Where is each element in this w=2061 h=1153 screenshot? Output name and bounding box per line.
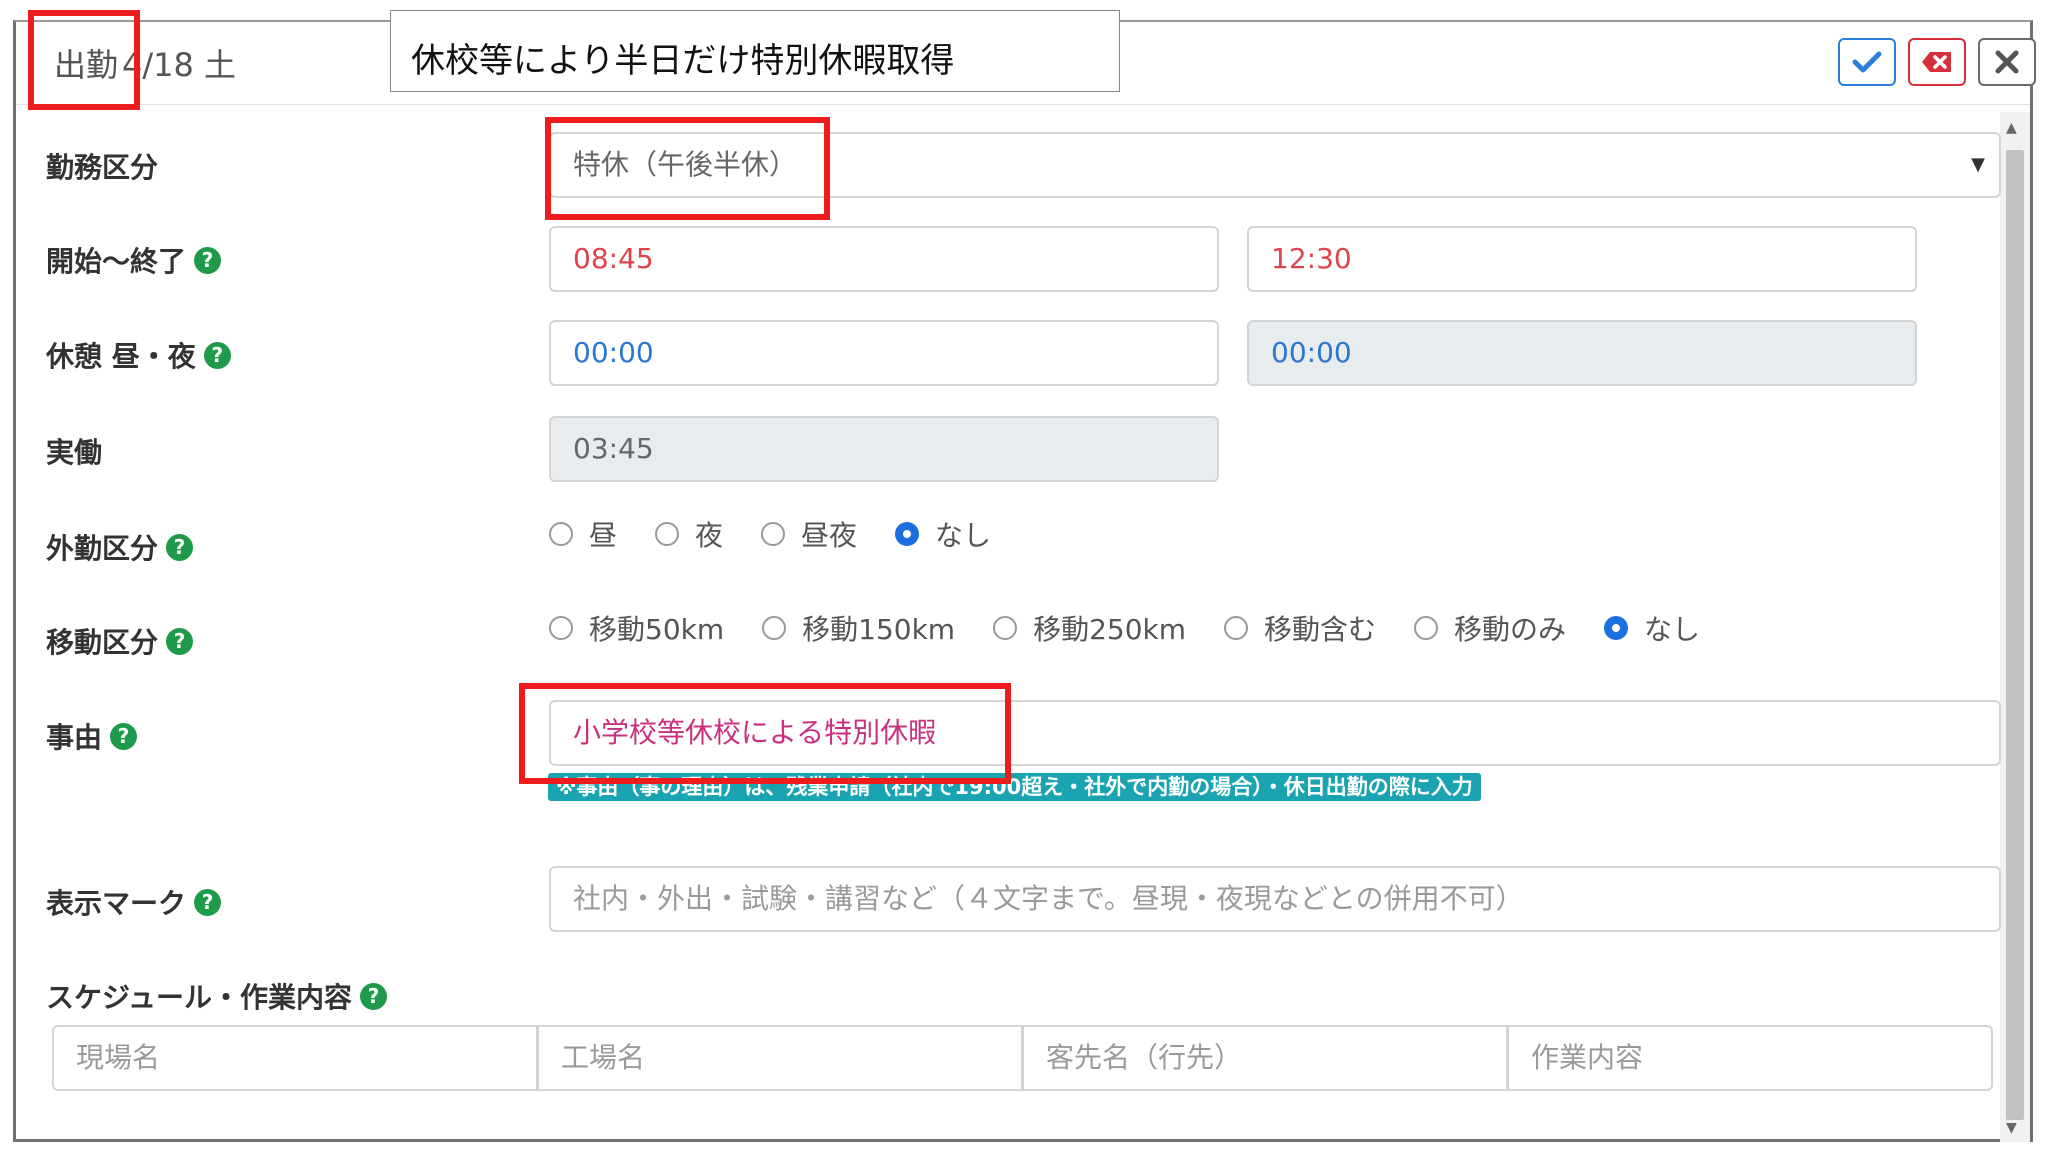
confirm-button[interactable] [1838, 38, 1896, 86]
reason-input[interactable]: 小学校等休校による特別休暇 [549, 700, 2001, 766]
chevron-down-icon: ▼ [1971, 154, 1985, 175]
label-break: 休憩 昼・夜? [46, 335, 231, 375]
radio-travel-included[interactable]: 移動含む [1224, 608, 1376, 648]
break-day-input[interactable]: 00:00 [549, 320, 1219, 386]
dialog-title: 出勤 4/18 土 [54, 40, 240, 86]
help-icon[interactable]: ? [166, 533, 194, 561]
outside-radio-group: 昼 夜 昼夜 なし [549, 514, 1029, 554]
reason-note-badge: ※事由（事の理由）は、残業申請（社内で19:00超え・社外で内勤の場合）・休日出… [548, 773, 1481, 801]
radio-travel-50km[interactable]: 移動50km [549, 608, 724, 648]
radio-travel-only[interactable]: 移動のみ [1414, 608, 1566, 648]
radio-travel-150km[interactable]: 移動150km [762, 608, 955, 648]
client-name-input[interactable]: 客先名（行先） [1022, 1025, 1508, 1091]
factory-name-input[interactable]: 工場名 [537, 1025, 1023, 1091]
label-actual: 実働 [46, 436, 103, 469]
label-time: 開始～終了? [46, 240, 222, 280]
radio-outside-none[interactable]: なし [895, 514, 991, 554]
radio-outside-daynight[interactable]: 昼夜 [761, 514, 857, 554]
close-button[interactable] [1978, 38, 2036, 86]
annotation-callout: 休校等により半日だけ特別休暇取得 [390, 10, 1120, 92]
radio-travel-none[interactable]: なし [1604, 608, 1700, 648]
delete-button[interactable] [1908, 38, 1966, 86]
scroll-up-arrow-icon[interactable]: ▲ [2006, 120, 2017, 136]
scrollbar[interactable]: ▲ ▼ [2000, 112, 2030, 1142]
help-icon[interactable]: ? [194, 888, 222, 916]
help-icon[interactable]: ? [110, 722, 138, 750]
travel-radio-group: 移動50km 移動150km 移動250km 移動含む 移動のみ なし [549, 608, 1738, 648]
label-work-type: 勤務区分 [46, 151, 159, 184]
label-travel: 移動区分? [46, 621, 194, 661]
actual-work-field: 03:45 [549, 416, 1219, 482]
label-mark: 表示マーク? [46, 882, 222, 922]
radio-outside-night[interactable]: 夜 [655, 514, 723, 554]
check-icon [1852, 51, 1882, 73]
radio-outside-day[interactable]: 昼 [549, 514, 617, 554]
label-outside: 外勤区分? [46, 527, 194, 567]
label-schedule: スケジュール・作業内容? [46, 976, 388, 1016]
help-icon[interactable]: ? [203, 341, 231, 369]
delete-icon [1922, 52, 1951, 72]
scroll-thumb[interactable] [2006, 150, 2024, 1120]
help-icon[interactable]: ? [194, 246, 222, 274]
start-time-input[interactable]: 08:45 [549, 226, 1219, 292]
radio-travel-250km[interactable]: 移動250km [993, 608, 1186, 648]
title-date: 4/18 土 [122, 46, 237, 84]
mark-input[interactable]: 社内・外出・試験・講習など（４文字まで。昼現・夜現などとの併用不可） [549, 866, 2001, 932]
title-prefix: 出勤 [54, 46, 119, 84]
help-icon[interactable]: ? [166, 627, 194, 655]
help-icon[interactable]: ? [360, 982, 388, 1010]
work-content-input[interactable]: 作業内容 [1507, 1025, 1993, 1091]
site-name-input[interactable]: 現場名 [52, 1025, 538, 1091]
scroll-down-arrow-icon[interactable]: ▼ [2006, 1120, 2017, 1136]
label-reason: 事由? [46, 716, 138, 756]
break-night-input: 00:00 [1247, 320, 1917, 386]
close-icon [1995, 50, 2019, 74]
end-time-input[interactable]: 12:30 [1247, 226, 1917, 292]
work-type-select[interactable]: 特休（午後半休） ▼ [549, 132, 2001, 198]
